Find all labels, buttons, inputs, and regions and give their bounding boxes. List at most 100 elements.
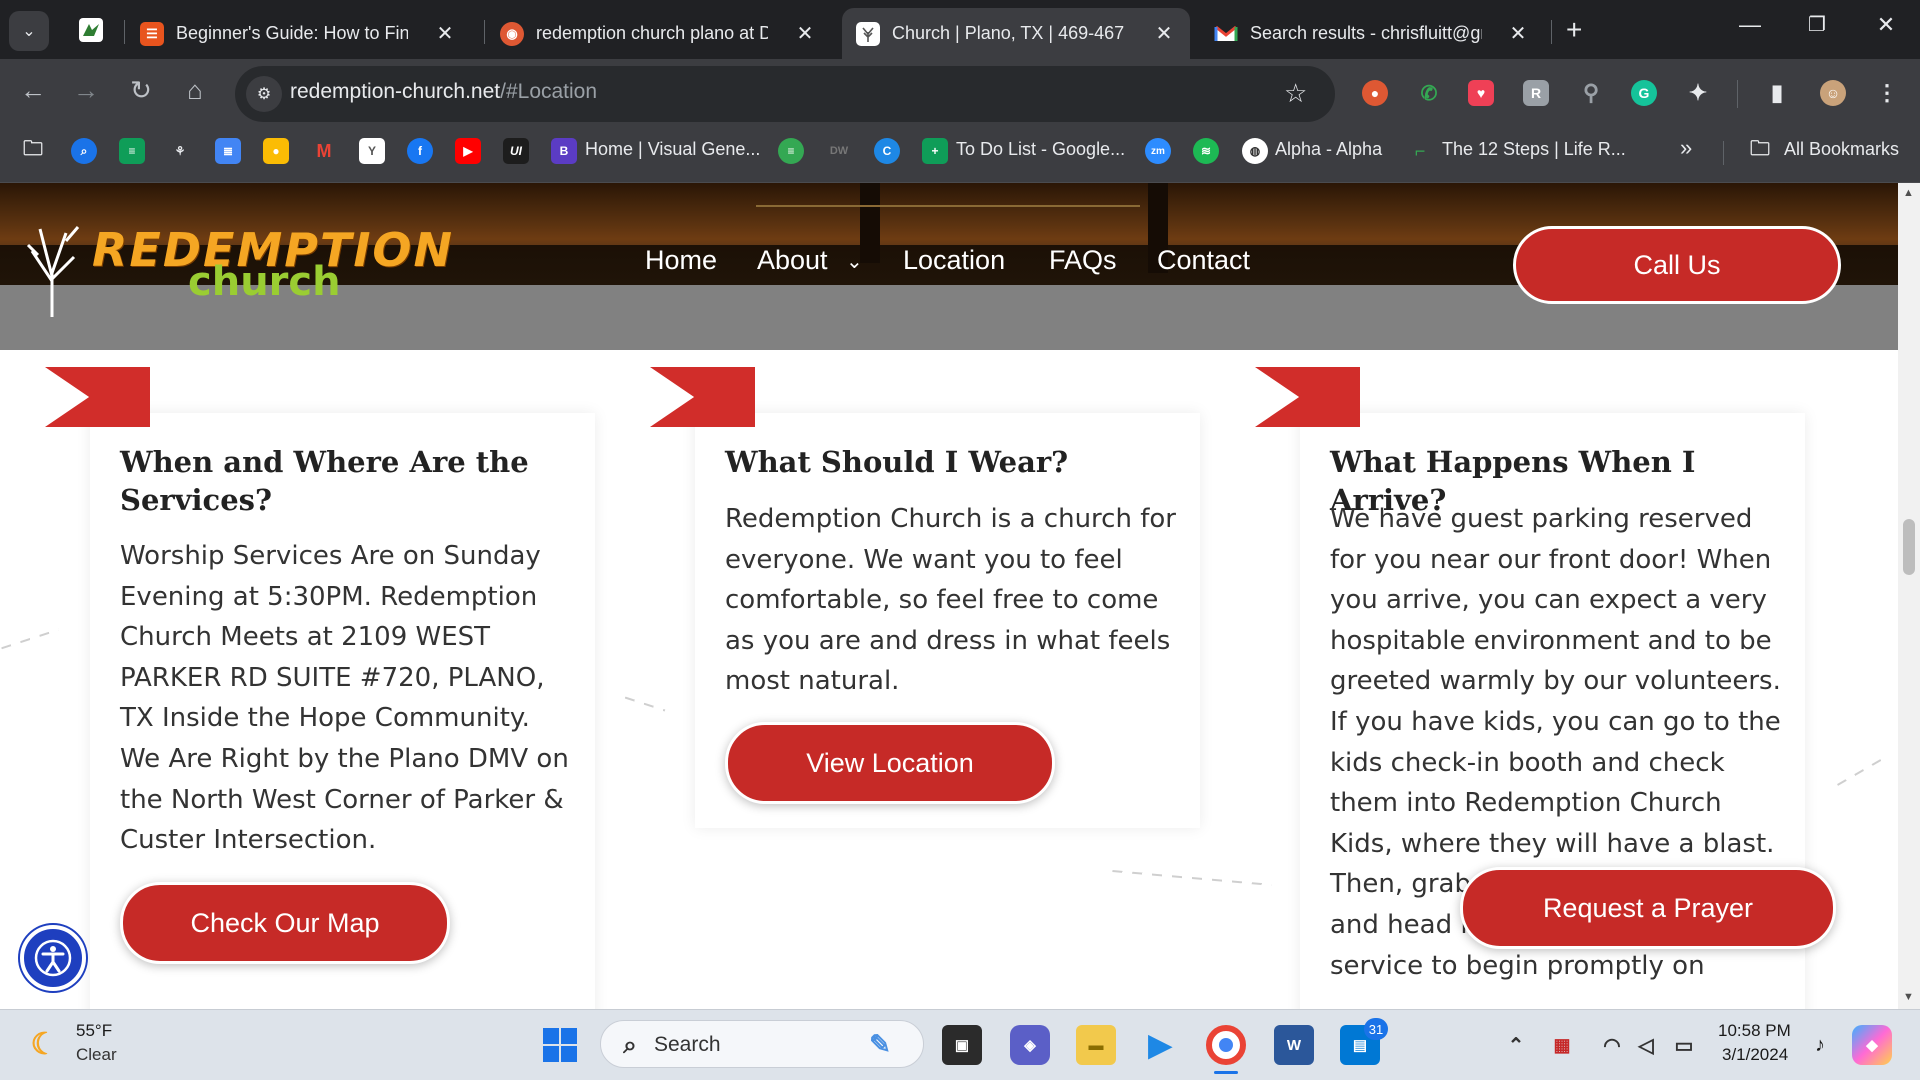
logo-tree-icon xyxy=(26,226,80,317)
zoom-bookmark-icon[interactable]: zm xyxy=(1145,138,1171,164)
tab-church-plano[interactable]: Church | Plano, TX | 469-467-81 ✕ xyxy=(842,8,1190,59)
bookmark-alpha[interactable]: Alpha - Alpha xyxy=(1275,139,1382,160)
chrome-icon[interactable] xyxy=(1206,1025,1246,1065)
copilot-icon[interactable]: ◆ xyxy=(1852,1025,1892,1065)
scroll-up-arrow-icon[interactable]: ▲ xyxy=(1903,187,1914,199)
close-window-button[interactable]: ✕ xyxy=(1866,12,1906,38)
check-our-map-button[interactable]: Check Our Map xyxy=(120,882,450,964)
task-view-icon[interactable]: ▣ xyxy=(942,1025,982,1065)
clock-date[interactable]: 3/1/2024 xyxy=(1722,1045,1788,1065)
logo-church[interactable]: church xyxy=(188,259,341,305)
tab-search-button[interactable]: ⌄ xyxy=(9,11,49,51)
nav-home[interactable]: Home xyxy=(645,245,717,276)
file-explorer-icon[interactable]: ▬ xyxy=(1076,1025,1116,1065)
bookmark-home-visual[interactable]: Home | Visual Gene... xyxy=(585,139,760,160)
weather-temperature[interactable]: 55°F xyxy=(76,1021,112,1041)
notification-bell-icon[interactable]: ♪ xyxy=(1800,1025,1840,1065)
todo-bookmark-icon[interactable]: + xyxy=(922,138,948,164)
location-extension-icon[interactable]: ⚲ xyxy=(1578,80,1604,106)
extensions-puzzle-icon[interactable]: ✦ xyxy=(1685,80,1711,106)
c-bookmark-icon[interactable]: C xyxy=(874,138,900,164)
facebook-bookmark-icon[interactable]: f xyxy=(407,138,433,164)
call-us-button[interactable]: Call Us xyxy=(1513,226,1841,304)
scrollbar-thumb[interactable] xyxy=(1903,519,1915,575)
chevron-up-icon[interactable]: ⌃ xyxy=(1496,1025,1536,1065)
play-store-icon[interactable]: ▶ xyxy=(1140,1025,1180,1065)
tab-beginners-guide[interactable]: ☰ Beginner's Guide: How to Find ✕ xyxy=(126,8,471,59)
visual-gene-bookmark-icon[interactable]: B xyxy=(551,138,577,164)
battery-icon[interactable]: ▭ xyxy=(1664,1025,1704,1065)
toolbar-separator xyxy=(1737,80,1738,108)
weather-condition[interactable]: Clear xyxy=(76,1045,117,1065)
extension-icon[interactable]: R xyxy=(1523,80,1549,106)
duckduckgo-extension-icon[interactable]: ● xyxy=(1362,80,1388,106)
forward-button[interactable]: → xyxy=(69,75,103,106)
ui-bookmark-icon[interactable]: UI xyxy=(503,138,529,164)
restore-button[interactable]: ❐ xyxy=(1797,12,1837,37)
back-button[interactable]: ← xyxy=(16,75,50,106)
tab-duckduckgo-search[interactable]: ◉ redemption church plano at Du ✕ xyxy=(486,8,831,59)
youtube-bookmark-icon[interactable]: ▶ xyxy=(455,138,481,164)
globe-bookmark-icon[interactable]: ◍ xyxy=(1242,138,1268,164)
minimize-button[interactable]: — xyxy=(1730,12,1770,38)
card-ribbon xyxy=(45,367,150,427)
menu-kebab-icon[interactable]: ⋮ xyxy=(1874,80,1900,106)
nav-faqs[interactable]: FAQs xyxy=(1049,245,1117,276)
nav-contact[interactable]: Contact xyxy=(1157,245,1250,276)
church-bookmark-icon[interactable]: Y xyxy=(359,138,385,164)
search-bookmark-icon[interactable]: ⌕ xyxy=(71,138,97,164)
site-info-icon[interactable]: ⚙ xyxy=(246,76,282,112)
nav-location[interactable]: Location xyxy=(903,245,1005,276)
tab-separator xyxy=(1551,20,1552,44)
bookmark-todo-list[interactable]: To Do List - Google... xyxy=(956,139,1125,160)
dw-bookmark-icon[interactable]: DW xyxy=(826,138,852,164)
tray-app-icon[interactable]: ▦ xyxy=(1542,1025,1582,1065)
pinned-tab[interactable] xyxy=(68,13,114,47)
reload-button[interactable]: ↻ xyxy=(124,75,158,106)
request-prayer-button[interactable]: Request a Prayer xyxy=(1460,867,1836,949)
docs-bookmark-icon[interactable]: ≣ xyxy=(215,138,241,164)
tree-bookmark-icon[interactable]: ⚘ xyxy=(167,138,193,164)
word-icon[interactable]: W xyxy=(1274,1025,1314,1065)
view-location-button[interactable]: View Location xyxy=(725,722,1055,804)
spotify-bookmark-icon[interactable]: ≋ xyxy=(1193,138,1219,164)
church-favicon xyxy=(856,21,880,46)
side-panel-icon[interactable]: ▮ xyxy=(1764,80,1790,106)
chat-icon[interactable]: ◈ xyxy=(1010,1025,1050,1065)
accessibility-button[interactable] xyxy=(20,925,86,991)
sheets-bookmark-icon[interactable]: ≡ xyxy=(119,138,145,164)
close-tab-icon[interactable]: ✕ xyxy=(433,21,457,46)
new-tab-button[interactable]: + xyxy=(1566,14,1582,46)
close-tab-icon[interactable]: ✕ xyxy=(1506,21,1530,46)
keep-bookmark-icon[interactable]: ● xyxy=(263,138,289,164)
bookmark-star-icon[interactable]: ☆ xyxy=(1284,78,1307,109)
close-tab-icon[interactable]: ✕ xyxy=(1152,21,1176,46)
all-bookmarks-button[interactable]: All Bookmarks xyxy=(1784,139,1899,160)
bookmark-twelve-steps[interactable]: The 12 Steps | Life R... xyxy=(1442,139,1626,160)
pocket-extension-icon[interactable]: ♥ xyxy=(1468,80,1494,106)
steps-bookmark-icon[interactable]: ⌐ xyxy=(1407,138,1433,164)
bookmarks-overflow-button[interactable]: » xyxy=(1680,135,1692,161)
clock-time[interactable]: 10:58 PM xyxy=(1718,1021,1791,1041)
close-tab-icon[interactable]: ✕ xyxy=(793,21,817,46)
grammarly-extension-icon[interactable]: G xyxy=(1631,80,1657,106)
home-button[interactable]: ⌂ xyxy=(178,75,212,106)
wear-card-title: What Should I Wear? xyxy=(725,445,1069,479)
url-text[interactable]: redemption-church.net/#Location xyxy=(290,80,597,104)
volume-icon[interactable]: ◁ xyxy=(1626,1025,1666,1065)
page-scrollbar[interactable]: ▲ ▼ xyxy=(1898,183,1920,1009)
windows-start-icon[interactable] xyxy=(540,1025,580,1065)
search-highlight-icon: ✎ xyxy=(869,1028,891,1059)
nav-about[interactable]: About xyxy=(757,245,828,276)
folder-icon[interactable]: 🗀 xyxy=(20,138,46,164)
phone-extension-icon[interactable]: ✆ xyxy=(1416,80,1442,106)
chevron-down-icon[interactable]: ⌄ xyxy=(846,249,863,274)
moon-weather-icon[interactable]: ☾ xyxy=(24,1024,64,1064)
all-bookmarks-folder-icon[interactable]: 🗀 xyxy=(1747,138,1773,164)
tab-gmail-search[interactable]: Search results - chrisfluitt@gma ✕ xyxy=(1200,8,1544,59)
scroll-down-arrow-icon[interactable]: ▼ xyxy=(1903,991,1914,1003)
profile-avatar[interactable]: ☺ xyxy=(1820,80,1846,106)
list-bookmark-icon[interactable]: ≡ xyxy=(778,138,804,164)
gmail-bookmark-icon[interactable]: M xyxy=(311,138,337,164)
url-domain: redemption-church.net xyxy=(290,80,501,103)
